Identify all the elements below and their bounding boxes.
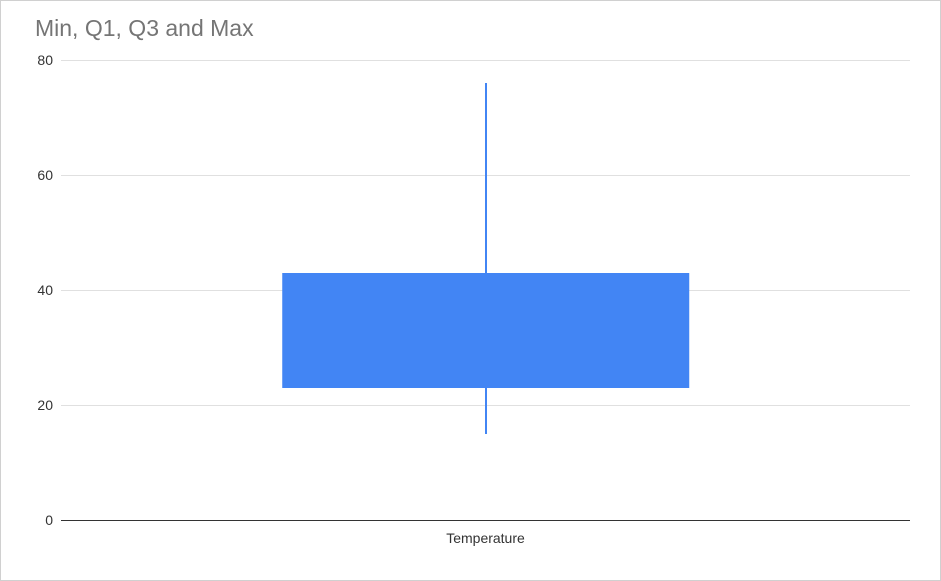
chart-container: Min, Q1, Q3 and Max 020406080 Temperatur… xyxy=(1,1,940,580)
grid-line xyxy=(61,60,910,61)
y-tick-label: 0 xyxy=(45,512,53,528)
y-tick-label: 80 xyxy=(37,52,53,68)
y-tick-label: 60 xyxy=(37,167,53,183)
chart-title: Min, Q1, Q3 and Max xyxy=(31,15,910,42)
inner-plot xyxy=(61,60,910,520)
y-tick-label: 40 xyxy=(37,282,53,298)
y-axis: 020406080 xyxy=(31,60,61,540)
x-axis-label: Temperature xyxy=(446,530,525,546)
x-axis-line xyxy=(61,520,910,521)
box-rect xyxy=(282,273,690,388)
plot-area: 020406080 Temperature xyxy=(61,60,910,540)
y-tick-label: 20 xyxy=(37,397,53,413)
